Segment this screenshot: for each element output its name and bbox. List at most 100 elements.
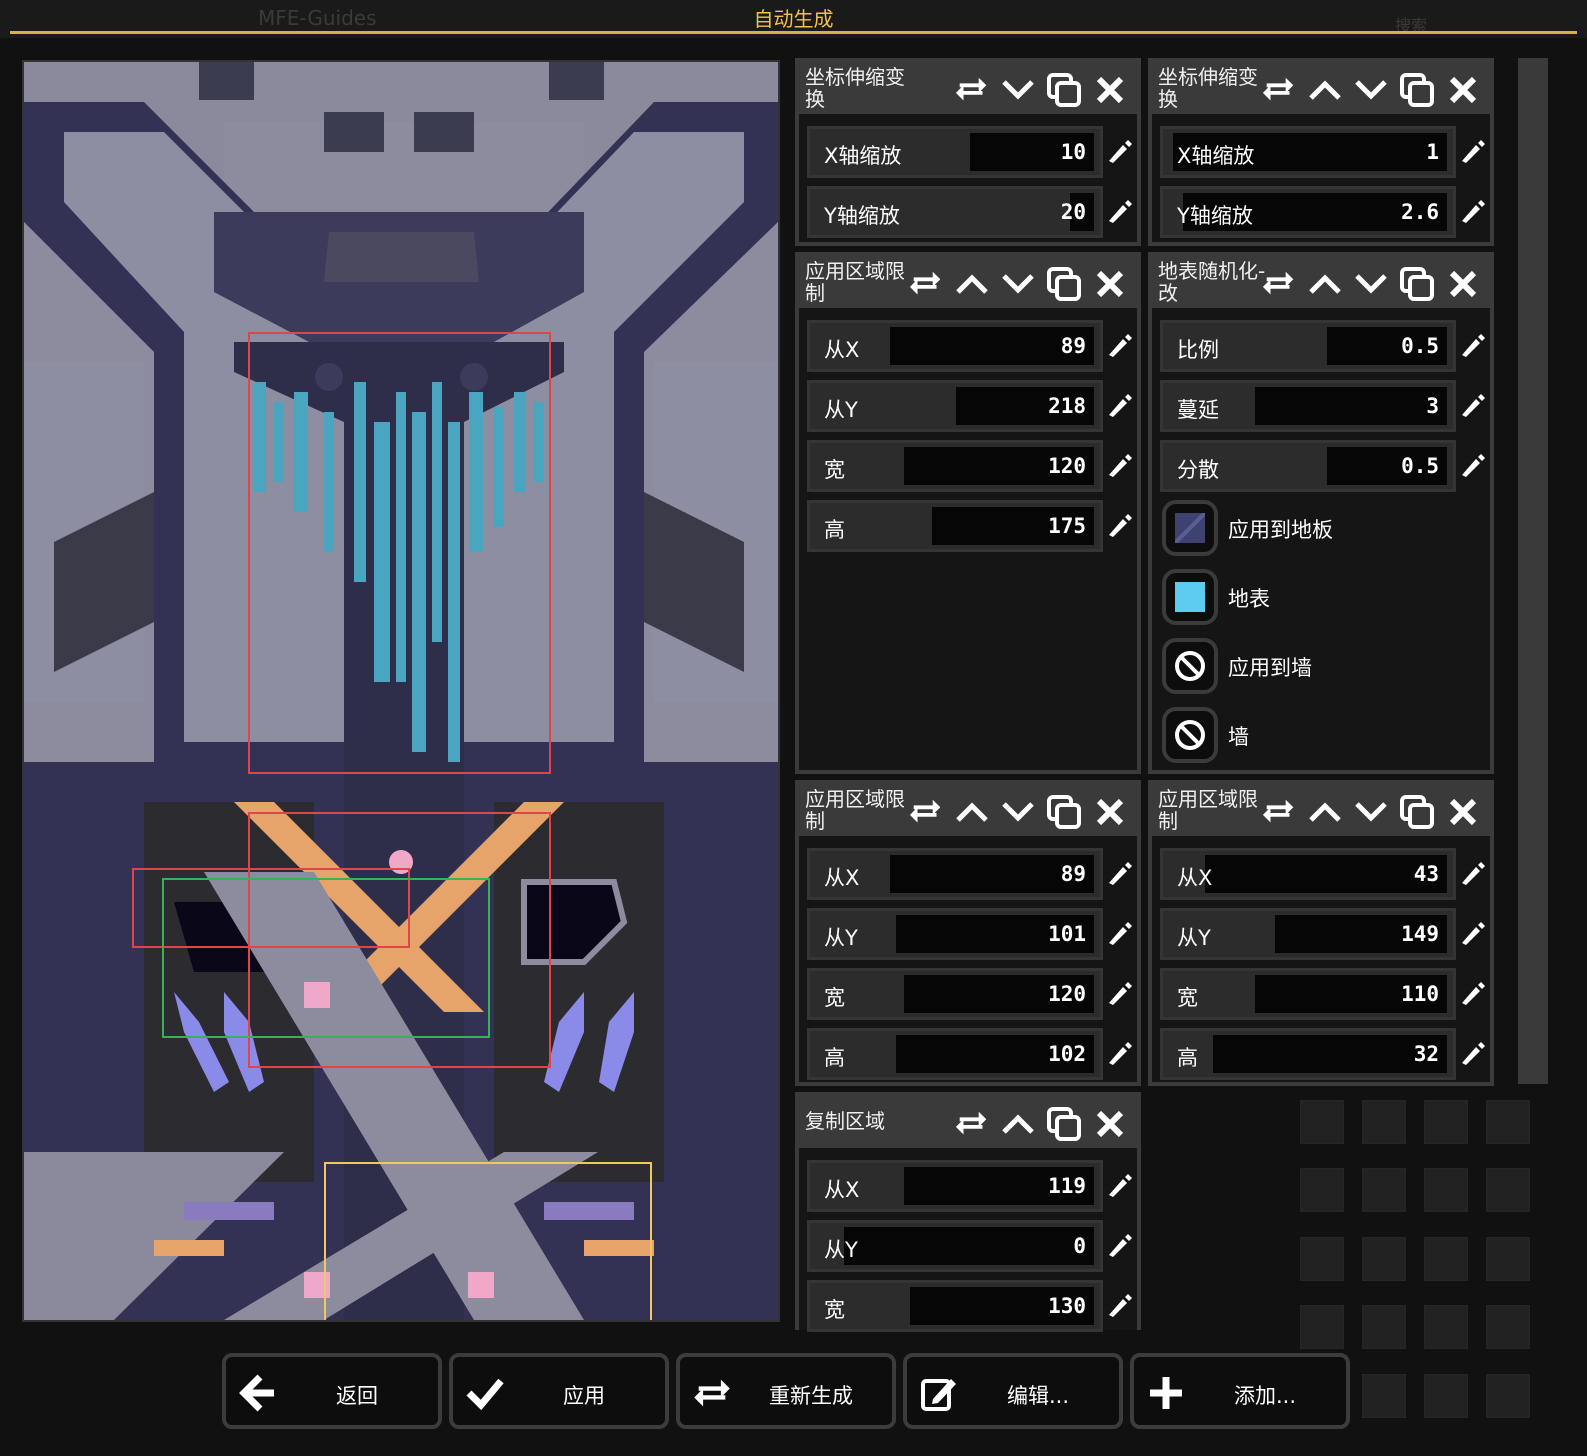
- field-from-x[interactable]: 从X 89: [807, 848, 1103, 900]
- edit-pencil-icon[interactable]: [1103, 391, 1133, 421]
- map-preview[interactable]: [22, 60, 780, 1322]
- panel-region-limit-1: 应用区域限制 从X 89 从Y 218 宽 120 高 175: [795, 252, 1141, 774]
- field-width[interactable]: 宽 110: [1160, 968, 1456, 1020]
- edit-pencil-icon[interactable]: [1103, 137, 1133, 167]
- edit-pencil-icon[interactable]: [1456, 1039, 1486, 1069]
- chevron-up-icon[interactable]: [1302, 70, 1348, 110]
- field-height[interactable]: 高 32: [1160, 1028, 1456, 1080]
- panel-header: 应用区域限制: [1152, 784, 1490, 836]
- field-x-scale[interactable]: X轴缩放 1: [1160, 126, 1456, 178]
- plus-icon: [1150, 1377, 1182, 1409]
- edit-pencil-icon[interactable]: [1456, 331, 1486, 361]
- refresh-icon[interactable]: [949, 70, 995, 110]
- field-width[interactable]: 宽 120: [807, 968, 1103, 1020]
- chevron-up-icon[interactable]: [1302, 792, 1348, 832]
- regenerate-button[interactable]: 重新生成: [676, 1353, 896, 1429]
- field-from-y[interactable]: 从Y 149: [1160, 908, 1456, 960]
- duplicate-icon[interactable]: [1394, 264, 1440, 304]
- copy-region-overlay: [324, 1162, 652, 1320]
- edit-pencil-icon[interactable]: [1103, 1291, 1133, 1321]
- panel-scale-transform-1: 坐标伸缩变换 X轴缩放 10 Y轴缩放 20: [795, 58, 1141, 246]
- chevron-down-icon[interactable]: [1348, 264, 1394, 304]
- field-width[interactable]: 宽 130: [807, 1280, 1103, 1332]
- field-from-y[interactable]: 从Y 0: [807, 1220, 1103, 1272]
- surface-tile-toggle[interactable]: [1162, 569, 1218, 625]
- refresh-icon[interactable]: [1256, 792, 1302, 832]
- panel-scrollbar[interactable]: [1518, 58, 1548, 1084]
- panel-header: 复制区域: [799, 1096, 1137, 1148]
- duplicate-icon[interactable]: [1041, 792, 1087, 832]
- close-icon[interactable]: [1087, 70, 1133, 110]
- close-icon[interactable]: [1440, 70, 1486, 110]
- refresh-icon[interactable]: [903, 792, 949, 832]
- edit-pencil-icon[interactable]: [1103, 197, 1133, 227]
- chevron-up-icon[interactable]: [1302, 264, 1348, 304]
- close-icon[interactable]: [1087, 264, 1133, 304]
- field-from-x[interactable]: 从X 119: [807, 1160, 1103, 1212]
- edit-pencil-icon[interactable]: [1456, 137, 1486, 167]
- edit-pencil-icon[interactable]: [1456, 979, 1486, 1009]
- field-height[interactable]: 高 102: [807, 1028, 1103, 1080]
- edit-pencil-icon[interactable]: [1103, 451, 1133, 481]
- panel-copy-region: 复制区域 从X 119 从Y 0 宽 130: [795, 1092, 1141, 1332]
- chevron-up-icon[interactable]: [949, 792, 995, 832]
- close-icon[interactable]: [1440, 264, 1486, 304]
- field-width[interactable]: 宽 120: [807, 440, 1103, 492]
- duplicate-icon[interactable]: [1394, 792, 1440, 832]
- panel-region-limit-3: 应用区域限制 从X 43 从Y 149 宽 110 高 32: [1148, 780, 1494, 1086]
- panel-surface-randomize: 地表随机化-改 比例 0.5 蔓延 3 分散 0.5 应用到地板 地表 应用到墙: [1148, 252, 1494, 774]
- apply-to-floor-toggle[interactable]: [1162, 500, 1218, 556]
- duplicate-icon[interactable]: [1394, 70, 1440, 110]
- field-from-y[interactable]: 从Y 101: [807, 908, 1103, 960]
- edit-button[interactable]: 编辑...: [903, 1353, 1123, 1429]
- edit-pencil-icon[interactable]: [1103, 1231, 1133, 1261]
- close-icon[interactable]: [1087, 1104, 1133, 1144]
- edit-pencil-icon[interactable]: [1103, 331, 1133, 361]
- apply-to-wall-toggle[interactable]: [1162, 638, 1218, 694]
- edit-pencil-icon[interactable]: [1103, 1171, 1133, 1201]
- chevron-down-icon[interactable]: [995, 264, 1041, 304]
- region-limit-overlay-1: [248, 332, 551, 774]
- edit-pencil-icon[interactable]: [1456, 391, 1486, 421]
- field-ratio[interactable]: 比例 0.5: [1160, 320, 1456, 372]
- edit-pencil-icon[interactable]: [1103, 919, 1133, 949]
- field-from-x[interactable]: 从X 89: [807, 320, 1103, 372]
- refresh-icon[interactable]: [949, 1104, 995, 1144]
- refresh-icon: [694, 1379, 730, 1407]
- duplicate-icon[interactable]: [1041, 1104, 1087, 1144]
- chevron-down-icon[interactable]: [995, 792, 1041, 832]
- refresh-icon[interactable]: [1256, 70, 1302, 110]
- chevron-down-icon[interactable]: [995, 70, 1041, 110]
- field-scatter[interactable]: 分散 0.5: [1160, 440, 1456, 492]
- edit-pencil-icon[interactable]: [1103, 979, 1133, 1009]
- close-icon[interactable]: [1087, 792, 1133, 832]
- refresh-icon[interactable]: [903, 264, 949, 304]
- edit-pencil-icon[interactable]: [1103, 859, 1133, 889]
- back-button[interactable]: 返回: [222, 1353, 442, 1429]
- refresh-icon[interactable]: [1256, 264, 1302, 304]
- field-spread[interactable]: 蔓延 3: [1160, 380, 1456, 432]
- chevron-down-icon[interactable]: [1348, 792, 1394, 832]
- edit-pencil-icon[interactable]: [1456, 919, 1486, 949]
- panel-region-limit-2: 应用区域限制 从X 89 从Y 101 宽 120 高 102: [795, 780, 1141, 1086]
- duplicate-icon[interactable]: [1041, 70, 1087, 110]
- edit-pencil-icon[interactable]: [1456, 859, 1486, 889]
- chevron-down-icon[interactable]: [1348, 70, 1394, 110]
- apply-button[interactable]: 应用: [449, 1353, 669, 1429]
- field-from-x[interactable]: 从X 43: [1160, 848, 1456, 900]
- field-from-y[interactable]: 从Y 218: [807, 380, 1103, 432]
- wall-toggle[interactable]: [1162, 707, 1218, 763]
- chevron-up-icon[interactable]: [995, 1104, 1041, 1144]
- field-height[interactable]: 高 175: [807, 500, 1103, 552]
- edit-pencil-icon[interactable]: [1103, 1039, 1133, 1069]
- field-x-scale[interactable]: X轴缩放 10: [807, 126, 1103, 178]
- edit-pencil-icon[interactable]: [1456, 197, 1486, 227]
- field-y-scale[interactable]: Y轴缩放 2.6: [1160, 186, 1456, 238]
- field-y-scale[interactable]: Y轴缩放 20: [807, 186, 1103, 238]
- chevron-up-icon[interactable]: [949, 264, 995, 304]
- edit-pencil-icon[interactable]: [1103, 511, 1133, 541]
- add-button[interactable]: 添加...: [1130, 1353, 1350, 1429]
- edit-pencil-icon[interactable]: [1456, 451, 1486, 481]
- duplicate-icon[interactable]: [1041, 264, 1087, 304]
- close-icon[interactable]: [1440, 792, 1486, 832]
